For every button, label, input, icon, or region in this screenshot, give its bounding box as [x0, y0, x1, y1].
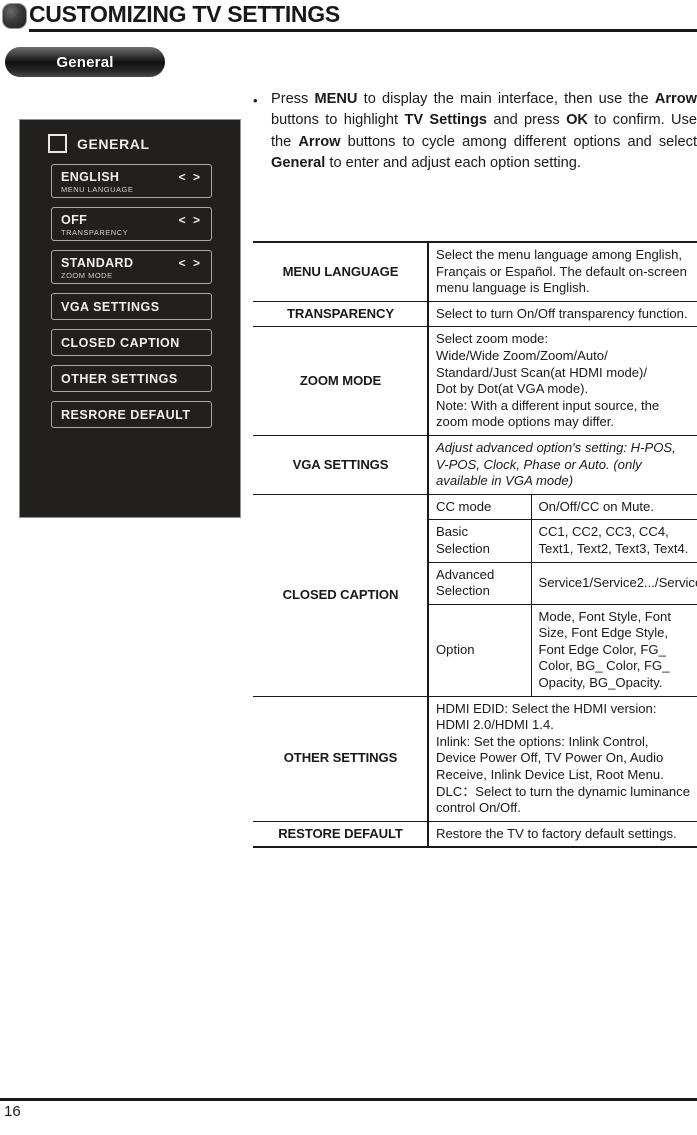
osd-item-sublabel: TRANSPARENCY	[61, 228, 129, 237]
cc-sub-name-advanced-selection: Advanced Selection	[429, 562, 532, 605]
row-label-restore-default: RESTORE DEFAULT	[253, 821, 429, 849]
page-title: CUSTOMIZING TV SETTINGS	[29, 1, 340, 27]
table-row: MENU LANGUAGE Select the menu language a…	[253, 240, 697, 302]
osd-menu-list: ENGLISH MENU LANGUAGE < > OFF TRANSPAREN…	[51, 164, 212, 437]
intro-text: Press MENU to display the main interface…	[271, 89, 697, 175]
row-desc-restore-default: Restore the TV to factory default settin…	[428, 821, 697, 849]
cc-sub-value-advanced-selection: Service1/Service2.../Service6.	[531, 562, 697, 605]
table-row: Basic Selection CC1, CC2, CC3, CC4, Text…	[429, 519, 697, 563]
intro-part-4: and press	[487, 112, 567, 129]
row-label-menu-language: MENU LANGUAGE	[253, 240, 429, 302]
row-label-transparency: TRANSPARENCY	[253, 301, 429, 328]
page-number: 16	[4, 1103, 21, 1120]
intro-bold-arrow-1: Arrow	[654, 91, 697, 107]
osd-item-sublabel: ZOOM MODE	[61, 271, 113, 280]
table-row: VGA SETTINGS Adjust advanced option's se…	[253, 435, 697, 495]
intro-paragraph: • Press MENU to display the main interfa…	[253, 89, 697, 175]
row-desc-vga-settings: Adjust advanced option's setting: H-POS,…	[428, 435, 697, 495]
intro-part-3: buttons to highlight	[271, 112, 405, 129]
table-row: TRANSPARENCY Select to turn On/Off trans…	[253, 301, 697, 328]
cc-sub-value-cc-mode: On/Off/CC on Mute.	[531, 494, 697, 521]
table-row: ZOOM MODE Select zoom mode: Wide/Wide Zo…	[253, 326, 697, 436]
intro-bold-general: General	[271, 155, 326, 172]
row-desc-zoom-mode: Select zoom mode: Wide/Wide Zoom/Zoom/Au…	[428, 326, 697, 436]
intro-bold-tv-settings: TV Settings	[404, 112, 487, 129]
intro-bold-ok: OK	[566, 112, 588, 129]
rounded-octagon-bullet-icon	[2, 3, 27, 29]
table-row: Option Mode, Font Style, Font Size, Font…	[429, 604, 697, 696]
table-row: Advanced Selection Service1/Service2.../…	[429, 562, 697, 605]
closed-caption-subtable-host: CC mode On/Off/CC on Mute. Basic Selecti…	[428, 494, 697, 697]
cc-sub-value-option: Mode, Font Style, Font Size, Font Edge S…	[538, 608, 671, 691]
osd-item-restore-default[interactable]: RESRORE DEFAULT	[51, 401, 212, 428]
osd-item-other-settings[interactable]: OTHER SETTINGS	[51, 365, 212, 392]
osd-item-menu-language[interactable]: ENGLISH MENU LANGUAGE < >	[51, 164, 212, 198]
intro-part-6: buttons to cycle among different options…	[340, 133, 697, 150]
cc-sub-value-basic-selection: CC1, CC2, CC3, CC4, Text1, Text2, Text3,…	[531, 519, 697, 563]
left-right-arrows-icon[interactable]: < >	[179, 256, 202, 270]
header-divider	[29, 29, 697, 32]
closed-caption-subtable: CC mode On/Off/CC on Mute. Basic Selecti…	[429, 494, 697, 696]
intro-part-2: to display the main interface, then use …	[357, 91, 655, 107]
left-right-arrows-icon[interactable]: < >	[179, 170, 202, 184]
osd-item-closed-caption[interactable]: CLOSED CAPTION	[51, 329, 212, 356]
table-row: CC mode On/Off/CC on Mute.	[429, 494, 697, 521]
table-row: RESTORE DEFAULT Restore the TV to factor…	[253, 821, 697, 849]
page-header: CUSTOMIZING TV SETTINGS	[0, 0, 697, 34]
intro-bold-arrow-2: Arrow	[298, 133, 341, 150]
osd-item-value: VGA SETTINGS	[61, 300, 160, 314]
cc-sub-name-cc-mode: CC mode	[429, 494, 532, 521]
table-row: CLOSED CAPTION CC mode On/Off/CC on Mute…	[253, 494, 697, 697]
osd-preview-panel: GENERAL ENGLISH MENU LANGUAGE < > OFF TR…	[19, 119, 241, 518]
cc-sub-name-option: Option	[429, 604, 532, 696]
footer-divider	[0, 1098, 697, 1101]
osd-item-transparency[interactable]: OFF TRANSPARENCY < >	[51, 207, 212, 241]
tab-general[interactable]: General	[5, 47, 165, 77]
osd-item-value: CLOSED CAPTION	[61, 336, 180, 350]
row-desc-transparency: Select to turn On/Off transparency funct…	[428, 301, 697, 328]
osd-title: GENERAL	[77, 135, 150, 152]
table-row: OTHER SETTINGS HDMI EDID: Select the HDM…	[253, 696, 697, 822]
checkbox-unchecked-icon	[48, 134, 67, 153]
osd-item-vga-settings[interactable]: VGA SETTINGS	[51, 293, 212, 320]
left-right-arrows-icon[interactable]: < >	[179, 213, 202, 227]
intro-bold-menu: MENU	[314, 91, 358, 107]
osd-item-value: RESRORE DEFAULT	[61, 408, 191, 422]
intro-part-1: Press	[271, 91, 315, 107]
bullet-icon: •	[253, 93, 258, 108]
osd-header: GENERAL	[48, 134, 150, 153]
row-label-zoom-mode: ZOOM MODE	[253, 326, 429, 436]
row-label-vga-settings: VGA SETTINGS	[253, 435, 429, 495]
osd-item-zoom-mode[interactable]: STANDARD ZOOM MODE < >	[51, 250, 212, 284]
row-label-closed-caption: CLOSED CAPTION	[253, 494, 429, 697]
tab-general-label: General	[56, 53, 114, 71]
settings-table: MENU LANGUAGE Select the menu language a…	[253, 240, 697, 849]
osd-item-value: OTHER SETTINGS	[61, 372, 178, 386]
intro-part-7: to enter and adjust each option setting.	[325, 155, 581, 172]
cc-sub-name-basic-selection: Basic Selection	[429, 519, 532, 563]
row-desc-menu-language: Select the menu language among English, …	[428, 240, 697, 302]
row-desc-other-settings: HDMI EDID: Select the HDMI version: HDMI…	[428, 696, 697, 822]
osd-item-sublabel: MENU LANGUAGE	[61, 185, 134, 194]
row-label-other-settings: OTHER SETTINGS	[253, 696, 429, 822]
